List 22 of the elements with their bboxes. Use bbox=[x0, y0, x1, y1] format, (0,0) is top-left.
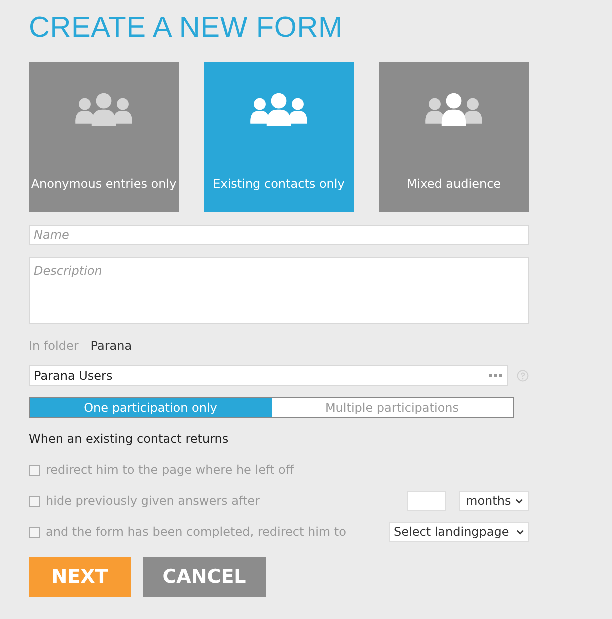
folder-value: Parana bbox=[90, 339, 132, 353]
caret-icon bbox=[517, 530, 524, 534]
option-label: redirect him to the page where he left off bbox=[46, 463, 294, 477]
audience-tile[interactable]: Existing contacts only bbox=[204, 62, 354, 212]
group-field[interactable]: Parana Users bbox=[29, 365, 508, 386]
cancel-button[interactable]: CANCEL bbox=[143, 557, 266, 597]
audience-tile[interactable]: Mixed audience bbox=[379, 62, 529, 212]
page-title: CREATE A NEW FORM bbox=[29, 11, 344, 46]
option-label: hide previously given answers after bbox=[46, 494, 260, 508]
description-field[interactable]: Description bbox=[29, 257, 529, 324]
participation-tab[interactable]: Multiple participations bbox=[272, 398, 513, 417]
help-icon[interactable] bbox=[517, 370, 529, 382]
name-field[interactable]: Name bbox=[29, 225, 529, 245]
number-field[interactable] bbox=[407, 491, 446, 511]
participation-tab[interactable]: One participation only bbox=[30, 398, 272, 417]
audience-tile[interactable]: Anonymous entries only bbox=[29, 62, 179, 212]
more-icon bbox=[489, 374, 504, 378]
caret-icon bbox=[516, 498, 523, 504]
next-button[interactable]: NEXT bbox=[29, 557, 131, 597]
option-label: and the form has been completed, redirect him to bbox=[46, 525, 346, 539]
section-heading: When an existing contact returns bbox=[29, 432, 230, 446]
folder-label: In folder bbox=[29, 339, 79, 353]
